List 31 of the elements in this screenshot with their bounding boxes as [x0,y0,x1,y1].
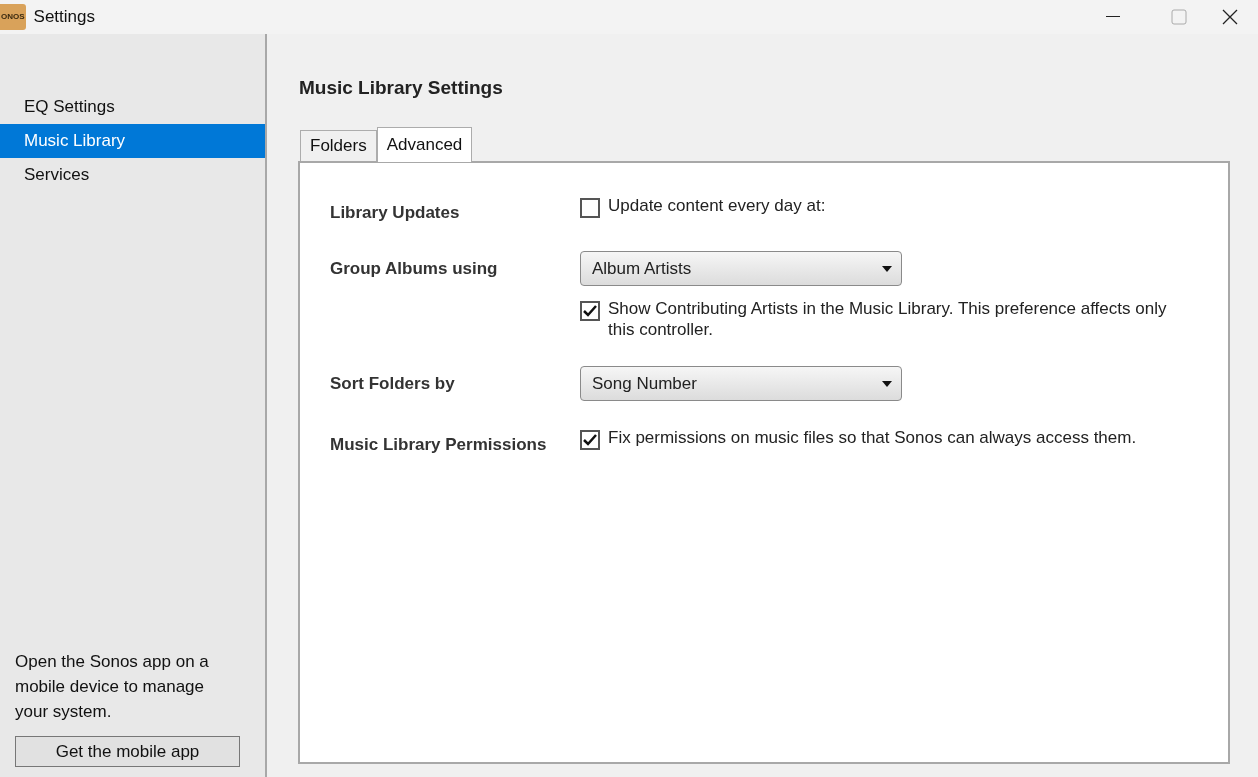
sidebar-item[interactable]: Music Library [0,124,265,158]
setting-label: Sort Folders by [330,373,456,395]
checkbox-label: Show Contributing Artists in the Music Library. This preference affects only this controller. [608,298,1168,340]
checkbox-label: Fix permissions on music files so that Sonos can always access them. [608,427,1137,448]
checkmark-icon [583,305,597,317]
tab[interactable]: Folders [300,129,377,161]
dropdown-value: Album Artists [592,257,692,280]
setting-label: Music Library Permissions [330,434,548,456]
setting-label: Group Albums using [330,258,499,280]
page-title: Music Library Settings [299,76,504,100]
checkbox[interactable] [580,301,600,321]
tab[interactable]: Advanced [376,126,473,162]
checkbox-label: Update content every day at: [608,194,826,216]
checkbox[interactable] [580,197,600,218]
dropdown[interactable]: Album Artists [580,251,902,286]
checkmark-icon [583,434,597,446]
window-title: Settings [33,6,95,29]
maximize-icon [1171,9,1187,25]
minimize-icon [1106,16,1120,18]
get-app-button[interactable]: Get the mobile app [15,736,240,767]
dropdown[interactable]: Song Number [580,366,902,401]
sidebar-item[interactable]: Services [0,158,265,192]
caret-icon [882,265,892,272]
dropdown-value: Song Number [592,372,697,395]
caret-icon [882,380,892,387]
sidebar-item[interactable]: EQ Settings [0,90,265,124]
checkbox[interactable] [580,430,600,450]
app-icon: ONOS [0,4,26,30]
promo-text: Open the Sonos app on a mobile device to manage your system. [15,651,210,723]
close-icon [1222,9,1238,25]
setting-label: Library Updates [330,201,461,224]
